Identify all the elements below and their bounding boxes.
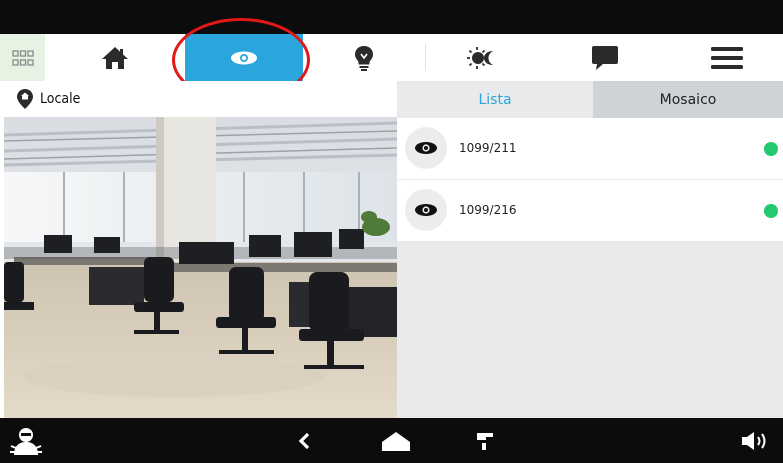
view-tabs: Lista Mosaico <box>397 81 783 118</box>
list-item[interactable]: 1099/211 <box>397 118 783 179</box>
back-button[interactable] <box>282 418 326 463</box>
nav-lights[interactable] <box>303 34 425 81</box>
camera-name: 1099/211 <box>459 141 517 155</box>
bulb-icon <box>355 45 373 71</box>
menu-icon <box>711 46 743 69</box>
tab-lista[interactable]: Lista <box>397 81 593 118</box>
nav-apps[interactable] <box>0 34 45 81</box>
status-bar <box>0 0 783 34</box>
status-indicator <box>764 142 778 156</box>
main-nav <box>0 34 783 81</box>
nav-scenarios[interactable] <box>425 34 538 81</box>
doorbell-button[interactable] <box>4 418 48 463</box>
status-indicator <box>764 204 778 218</box>
eye-icon <box>415 142 437 154</box>
back-icon <box>298 432 310 449</box>
nav-cameras[interactable] <box>185 34 303 81</box>
camera-eye-button[interactable] <box>405 127 447 169</box>
doorbell-person-icon <box>10 427 42 455</box>
location-pin-icon <box>17 89 33 109</box>
eye-icon <box>415 204 437 216</box>
home-button[interactable] <box>374 418 418 463</box>
day-night-icon <box>466 46 493 69</box>
volume-button[interactable] <box>733 418 781 463</box>
camera-eye-button[interactable] <box>405 189 447 231</box>
grid-icon <box>11 49 34 66</box>
nav-home[interactable] <box>45 34 185 81</box>
eye-icon <box>231 51 257 64</box>
location-label: Locale <box>40 91 81 107</box>
bottom-bar <box>0 418 783 463</box>
door-icon <box>476 432 493 450</box>
list-item[interactable]: 1099/216 <box>397 180 783 241</box>
home-icon <box>382 431 410 451</box>
tab-mosaico[interactable]: Mosaico <box>593 81 783 118</box>
home-icon <box>102 46 128 69</box>
camera-image <box>4 117 397 418</box>
nav-messages[interactable] <box>538 34 671 81</box>
volume-icon <box>742 431 766 450</box>
camera-feed[interactable] <box>4 117 397 418</box>
door-button[interactable] <box>463 418 507 463</box>
camera-list: 1099/211 1099/216 <box>397 118 783 418</box>
location-header: Locale <box>0 81 397 117</box>
camera-name: 1099/216 <box>459 203 517 217</box>
nav-menu[interactable] <box>671 34 783 81</box>
chat-icon <box>591 45 618 70</box>
